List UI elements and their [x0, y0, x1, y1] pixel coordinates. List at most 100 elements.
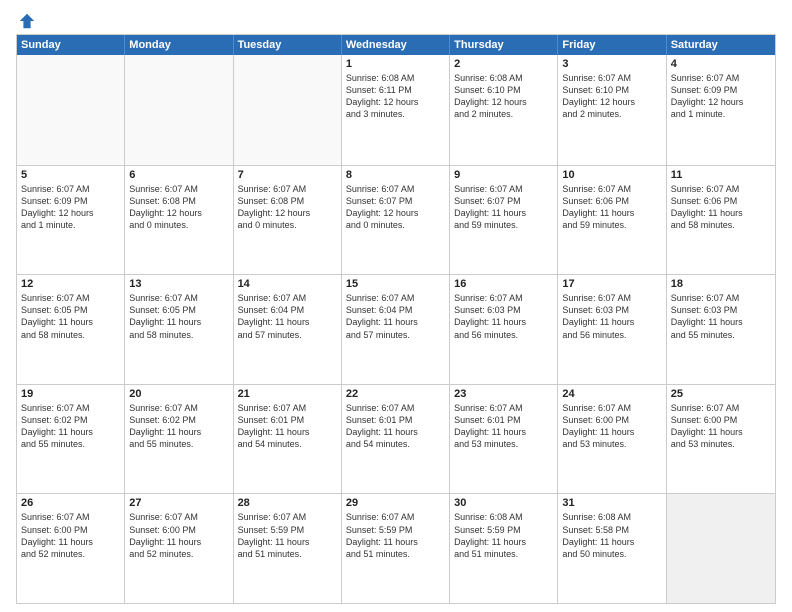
day-number: 30 [454, 497, 553, 509]
day-number: 19 [21, 388, 120, 400]
calendar: SundayMondayTuesdayWednesdayThursdayFrid… [16, 34, 776, 604]
weekday-header: Sunday [17, 35, 125, 55]
weekday-header: Friday [558, 35, 666, 55]
day-number: 23 [454, 388, 553, 400]
calendar-cell: 5Sunrise: 6:07 AM Sunset: 6:09 PM Daylig… [17, 166, 125, 275]
calendar-cell: 19 Sunrise: 6:07 AM Sunset: 6:02 PM Dayli… [17, 385, 125, 494]
calendar-cell: 30 Sunrise: 6:08 AM Sunset: 5:59 PM Dayli… [450, 494, 558, 603]
day-info: Sunrise: 6:07 AM Sunset: 5:59 PM Dayligh… [238, 511, 337, 560]
day-number: 29 [346, 497, 445, 509]
calendar-cell: 8Sunrise: 6:07 AM Sunset: 6:07 PM Daylig… [342, 166, 450, 275]
day-number: 28 [238, 497, 337, 509]
day-info: Sunrise: 6:07 AM Sunset: 6:05 PM Dayligh… [129, 292, 228, 341]
day-info: Sunrise: 6:07 AM Sunset: 6:01 PM Dayligh… [346, 402, 445, 451]
day-info: Sunrise: 6:07 AM Sunset: 6:10 PM Dayligh… [562, 72, 661, 121]
day-number: 7 [238, 169, 337, 181]
calendar-week: 26Sunrise: 6:07 AM Sunset: 6:00 PM Dayli… [17, 493, 775, 603]
calendar-cell: 18 Sunrise: 6:07 AM Sunset: 6:03 PM Dayli… [667, 275, 775, 384]
calendar-cell [234, 55, 342, 165]
calendar-cell: 21 Sunrise: 6:07 AM Sunset: 6:01 PM Dayli… [234, 385, 342, 494]
day-info: Sunrise: 6:07 AM Sunset: 6:05 PM Dayligh… [21, 292, 120, 341]
day-info: Sunrise: 6:07 AM Sunset: 6:02 PM Dayligh… [129, 402, 228, 451]
day-info: Sunrise: 6:07 AM Sunset: 6:06 PM Dayligh… [562, 183, 661, 232]
day-info: Sunrise: 6:07 AM Sunset: 5:59 PM Dayligh… [346, 511, 445, 560]
day-info: Sunrise: 6:07 AM Sunset: 6:04 PM Dayligh… [238, 292, 337, 341]
day-number: 14 [238, 278, 337, 290]
day-info: Sunrise: 6:07 AM Sunset: 6:07 PM Dayligh… [454, 183, 553, 232]
calendar-cell: 24 Sunrise: 6:07 AM Sunset: 6:00 PM Dayli… [558, 385, 666, 494]
calendar-cell: 1 Sunrise: 6:08 AM Sunset: 6:11 PM Daylig… [342, 55, 450, 165]
calendar-header: SundayMondayTuesdayWednesdayThursdayFrid… [17, 35, 775, 55]
calendar-cell: 25Sunrise: 6:07 AM Sunset: 6:00 PM Dayli… [667, 385, 775, 494]
calendar-week: 1 Sunrise: 6:08 AM Sunset: 6:11 PM Daylig… [17, 55, 775, 165]
day-info: Sunrise: 6:07 AM Sunset: 6:00 PM Dayligh… [562, 402, 661, 451]
calendar-cell: 11Sunrise: 6:07 AM Sunset: 6:06 PM Dayli… [667, 166, 775, 275]
day-info: Sunrise: 6:07 AM Sunset: 6:08 PM Dayligh… [238, 183, 337, 232]
page: SundayMondayTuesdayWednesdayThursdayFrid… [0, 0, 792, 612]
day-number: 17 [562, 278, 661, 290]
day-number: 24 [562, 388, 661, 400]
calendar-cell: 23 Sunrise: 6:07 AM Sunset: 6:01 PM Dayli… [450, 385, 558, 494]
day-info: Sunrise: 6:07 AM Sunset: 6:03 PM Dayligh… [562, 292, 661, 341]
day-number: 1 [346, 58, 445, 70]
day-number: 15 [346, 278, 445, 290]
day-info: Sunrise: 6:08 AM Sunset: 5:58 PM Dayligh… [562, 511, 661, 560]
calendar-cell: 17 Sunrise: 6:07 AM Sunset: 6:03 PM Dayli… [558, 275, 666, 384]
day-info: Sunrise: 6:07 AM Sunset: 6:03 PM Dayligh… [454, 292, 553, 341]
calendar-cell: 16 Sunrise: 6:07 AM Sunset: 6:03 PM Dayli… [450, 275, 558, 384]
calendar-cell: 28 Sunrise: 6:07 AM Sunset: 5:59 PM Dayli… [234, 494, 342, 603]
calendar-cell [667, 494, 775, 603]
calendar-cell: 29 Sunrise: 6:07 AM Sunset: 5:59 PM Dayli… [342, 494, 450, 603]
calendar-cell: 10Sunrise: 6:07 AM Sunset: 6:06 PM Dayli… [558, 166, 666, 275]
calendar-cell: 22 Sunrise: 6:07 AM Sunset: 6:01 PM Dayli… [342, 385, 450, 494]
calendar-week: 5Sunrise: 6:07 AM Sunset: 6:09 PM Daylig… [17, 165, 775, 275]
day-info: Sunrise: 6:07 AM Sunset: 6:08 PM Dayligh… [129, 183, 228, 232]
day-number: 31 [562, 497, 661, 509]
calendar-cell [17, 55, 125, 165]
calendar-body: 1 Sunrise: 6:08 AM Sunset: 6:11 PM Daylig… [17, 55, 775, 603]
day-number: 6 [129, 169, 228, 181]
calendar-cell: 12 Sunrise: 6:07 AM Sunset: 6:05 PM Dayli… [17, 275, 125, 384]
day-number: 21 [238, 388, 337, 400]
day-info: Sunrise: 6:07 AM Sunset: 6:07 PM Dayligh… [346, 183, 445, 232]
weekday-header: Monday [125, 35, 233, 55]
weekday-header: Tuesday [234, 35, 342, 55]
day-info: Sunrise: 6:07 AM Sunset: 6:00 PM Dayligh… [21, 511, 120, 560]
calendar-cell: 14 Sunrise: 6:07 AM Sunset: 6:04 PM Dayli… [234, 275, 342, 384]
day-number: 27 [129, 497, 228, 509]
logo-icon [18, 12, 36, 30]
day-info: Sunrise: 6:07 AM Sunset: 6:01 PM Dayligh… [454, 402, 553, 451]
calendar-week: 19 Sunrise: 6:07 AM Sunset: 6:02 PM Dayli… [17, 384, 775, 494]
calendar-cell: 13 Sunrise: 6:07 AM Sunset: 6:05 PM Dayli… [125, 275, 233, 384]
day-number: 22 [346, 388, 445, 400]
day-info: Sunrise: 6:07 AM Sunset: 6:00 PM Dayligh… [671, 402, 771, 451]
day-info: Sunrise: 6:07 AM Sunset: 6:00 PM Dayligh… [129, 511, 228, 560]
day-info: Sunrise: 6:08 AM Sunset: 5:59 PM Dayligh… [454, 511, 553, 560]
day-number: 20 [129, 388, 228, 400]
day-info: Sunrise: 6:07 AM Sunset: 6:01 PM Dayligh… [238, 402, 337, 451]
day-number: 4 [671, 58, 771, 70]
day-info: Sunrise: 6:08 AM Sunset: 6:11 PM Dayligh… [346, 72, 445, 121]
day-info: Sunrise: 6:07 AM Sunset: 6:04 PM Dayligh… [346, 292, 445, 341]
weekday-header: Saturday [667, 35, 775, 55]
day-number: 13 [129, 278, 228, 290]
logo [16, 12, 36, 28]
calendar-cell: 4 Sunrise: 6:07 AM Sunset: 6:09 PM Daylig… [667, 55, 775, 165]
day-number: 2 [454, 58, 553, 70]
day-number: 18 [671, 278, 771, 290]
calendar-cell [125, 55, 233, 165]
day-number: 12 [21, 278, 120, 290]
day-info: Sunrise: 6:07 AM Sunset: 6:09 PM Dayligh… [671, 72, 771, 121]
day-number: 9 [454, 169, 553, 181]
header [16, 12, 776, 28]
day-number: 16 [454, 278, 553, 290]
day-info: Sunrise: 6:07 AM Sunset: 6:06 PM Dayligh… [671, 183, 771, 232]
calendar-cell: 2Sunrise: 6:08 AM Sunset: 6:10 PM Daylig… [450, 55, 558, 165]
day-info: Sunrise: 6:07 AM Sunset: 6:02 PM Dayligh… [21, 402, 120, 451]
calendar-cell: 20 Sunrise: 6:07 AM Sunset: 6:02 PM Dayli… [125, 385, 233, 494]
calendar-cell: 9 Sunrise: 6:07 AM Sunset: 6:07 PM Daylig… [450, 166, 558, 275]
day-info: Sunrise: 6:07 AM Sunset: 6:03 PM Dayligh… [671, 292, 771, 341]
weekday-header: Thursday [450, 35, 558, 55]
calendar-cell: 26Sunrise: 6:07 AM Sunset: 6:00 PM Dayli… [17, 494, 125, 603]
day-number: 5 [21, 169, 120, 181]
